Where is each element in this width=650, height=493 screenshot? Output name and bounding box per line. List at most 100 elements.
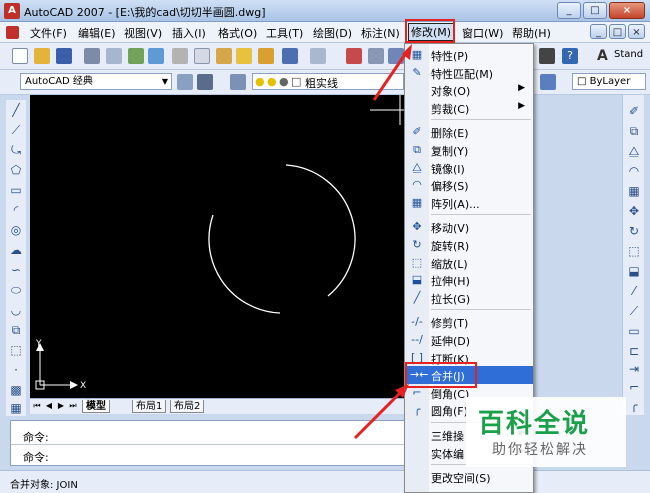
prev-tab-icon[interactable]: ◀	[44, 401, 54, 411]
workspace-settings-icon[interactable]	[177, 74, 193, 90]
layer-manager-icon[interactable]	[230, 74, 246, 90]
text-style-combo[interactable]: Stand	[614, 49, 643, 60]
menu-item-erase[interactable]: ✐ 删除(E)	[405, 123, 533, 141]
rotate-tool-icon[interactable]: ↻	[626, 223, 642, 239]
doc-close-button[interactable]: ×	[628, 24, 645, 39]
close-button[interactable]: ×	[609, 2, 645, 19]
menu-tools[interactable]: 工具(T)	[266, 25, 303, 41]
spline-icon[interactable]: ∽	[8, 262, 24, 278]
menu-dimension[interactable]: 标注(N)	[361, 25, 400, 41]
menu-item-lengthen[interactable]: ╱ 拉长(G)	[405, 289, 533, 307]
menu-item-stretch[interactable]: ⬓ 拉伸(H)	[405, 271, 533, 289]
extend-tool-icon[interactable]: ⟋	[626, 303, 642, 319]
redo-icon[interactable]	[310, 48, 326, 64]
menu-item-move[interactable]: ✥ 移动(V)	[405, 218, 533, 236]
make-block-icon[interactable]: ⬚	[8, 342, 24, 358]
scale-tool-icon[interactable]: ⬚	[626, 243, 642, 259]
menu-item-offset[interactable]: ◠ 偏移(S)	[405, 176, 533, 194]
paste-icon[interactable]	[216, 48, 232, 64]
ellipse-icon[interactable]: ⬭	[8, 282, 24, 298]
plot-preview-icon[interactable]	[106, 48, 122, 64]
erase-tool-icon[interactable]: ✐	[626, 103, 642, 119]
copy-clip-icon[interactable]	[194, 48, 210, 64]
tab-layout1[interactable]: 布局1	[132, 400, 167, 413]
drawing-canvas[interactable]: Y X	[30, 95, 404, 398]
open-icon[interactable]	[34, 48, 50, 64]
publish-icon[interactable]	[128, 48, 144, 64]
menu-view[interactable]: 视图(V)	[124, 25, 162, 41]
menu-insert[interactable]: 插入(I)	[172, 25, 206, 41]
command-prompt[interactable]: 命令:	[23, 449, 49, 465]
first-tab-icon[interactable]: ⏮	[32, 401, 42, 411]
workspace-combo[interactable]: AutoCAD 经典 ▼	[20, 73, 172, 90]
new-icon[interactable]	[12, 48, 28, 64]
table-icon[interactable]: ▦	[8, 400, 24, 416]
layers-toolbar: AutoCAD 经典 ▼ ● ● ● □ 粗实线 □ ByLayer	[0, 70, 650, 95]
insert-block-icon[interactable]: ⧉	[8, 322, 24, 338]
menu-window[interactable]: 窗口(W)	[462, 25, 503, 41]
print-icon[interactable]	[84, 48, 100, 64]
last-tab-icon[interactable]: ⏭	[68, 401, 78, 411]
match-brush-icon[interactable]	[236, 48, 252, 64]
stretch-tool-icon[interactable]: ⬓	[626, 263, 642, 279]
save-workspace-icon[interactable]	[197, 74, 213, 90]
mirror-tool-icon[interactable]: ⧋	[626, 143, 642, 159]
menu-item-scale[interactable]: ⬚ 缩放(L)	[405, 254, 533, 272]
next-tab-icon[interactable]: ▶	[56, 401, 66, 411]
maximize-button[interactable]: □	[583, 2, 607, 19]
rectangle-icon[interactable]: ▭	[8, 182, 24, 198]
text-style-icon[interactable]: A	[597, 48, 613, 64]
menu-help[interactable]: 帮助(H)	[512, 25, 551, 41]
linetype-combo[interactable]: □ ByLayer	[572, 73, 646, 90]
menu-draw[interactable]: 绘图(D)	[313, 25, 352, 41]
doc-minimize-button[interactable]: _	[590, 24, 607, 39]
revcloud-icon[interactable]: ☁	[8, 242, 24, 258]
fillet-tool-icon[interactable]: ╭	[626, 397, 642, 413]
ucs-y-label: Y	[36, 339, 42, 349]
move-tool-icon[interactable]: ✥	[626, 203, 642, 219]
color-control-icon[interactable]	[540, 74, 556, 90]
arc-icon[interactable]: ◜	[8, 202, 24, 218]
line-icon[interactable]: ╱	[8, 102, 24, 118]
menu-item-label: 缩放(L)	[431, 257, 468, 271]
point-icon[interactable]: ·	[8, 362, 24, 378]
tab-layout2[interactable]: 布局2	[170, 400, 205, 413]
current-layer: 粗实线	[305, 77, 338, 90]
menu-item-copy[interactable]: ⧉ 复制(Y)	[405, 141, 533, 159]
minimize-button[interactable]: _	[557, 2, 581, 19]
calculator-icon[interactable]	[539, 48, 555, 64]
menu-item-array[interactable]: ▦ 阵列(A)...	[405, 194, 533, 212]
cut-icon[interactable]	[172, 48, 188, 64]
tab-model[interactable]: 模型	[82, 400, 110, 413]
polygon-icon[interactable]: ⬠	[8, 162, 24, 178]
offset-tool-icon[interactable]: ◠	[626, 163, 642, 179]
polyline-icon[interactable]: ⤿	[8, 142, 24, 158]
undo-icon[interactable]	[282, 48, 298, 64]
menu-item-trim[interactable]: -/- 修剪(T)	[405, 313, 533, 331]
help-icon[interactable]: ?	[562, 48, 578, 64]
save-icon[interactable]	[56, 48, 72, 64]
menu-item-rotate[interactable]: ↻ 旋转(R)	[405, 236, 533, 254]
array-tool-icon[interactable]: ▦	[626, 183, 642, 199]
trim-tool-icon[interactable]: ⁄	[626, 283, 642, 299]
ellipse-arc-icon[interactable]: ◡	[8, 302, 24, 318]
doc-icon[interactable]	[6, 26, 19, 39]
autocad-logo-icon[interactable]: A	[4, 3, 20, 19]
3d-dwf-icon[interactable]	[148, 48, 164, 64]
menu-item-item-27[interactable]: 更改空间(S)	[405, 468, 533, 486]
break-tool-icon[interactable]: ⊏	[626, 343, 642, 359]
menu-item-mirror[interactable]: ⧋ 镜像(I)	[405, 159, 533, 177]
join-tool-icon[interactable]: ⇥	[626, 361, 642, 377]
menu-edit[interactable]: 编辑(E)	[78, 25, 116, 41]
menu-format[interactable]: 格式(O)	[218, 25, 257, 41]
hatch-icon[interactable]: ▩	[8, 382, 24, 398]
menu-item-extend[interactable]: --/ 延伸(D)	[405, 331, 533, 349]
construction-line-icon[interactable]: ⟋	[8, 122, 24, 138]
doc-restore-button[interactable]: □	[609, 24, 626, 39]
copy-tool-icon[interactable]: ⧉	[626, 123, 642, 139]
chamfer-tool-icon[interactable]: ⌐	[626, 379, 642, 395]
circle-icon[interactable]: ◎	[8, 222, 24, 238]
block-editor-icon[interactable]	[258, 48, 274, 64]
break-point-tool-icon[interactable]: ▭	[626, 323, 642, 339]
menu-file[interactable]: 文件(F)	[30, 25, 67, 41]
